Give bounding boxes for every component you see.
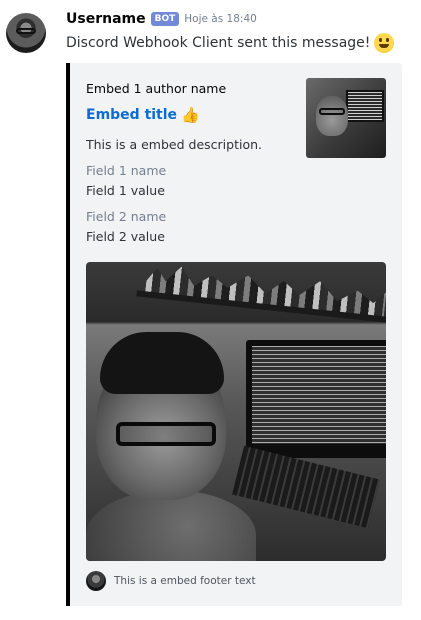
person-glasses-shape [116, 422, 216, 446]
thumbs-up-emoji-icon: 👍 [181, 105, 200, 124]
footer-avatar-icon [86, 571, 106, 591]
message-timestamp: Hoje às 18:40 [184, 13, 257, 25]
thumbnail-face-shape [316, 96, 348, 136]
message-header: Username BOT Hoje às 18:40 [66, 11, 257, 27]
user-avatar[interactable] [6, 13, 46, 53]
embed-author-name: Embed 1 author name [86, 81, 227, 96]
embed-footer-text: This is a embed footer text [114, 575, 256, 587]
thumbnail-monitor-shape [346, 90, 384, 122]
embed-field-value: Field 2 value [86, 229, 165, 244]
chat-message: Username BOT Hoje às 18:40 Discord Webho… [0, 0, 421, 620]
keyboard-shape [232, 445, 380, 529]
username[interactable]: Username [66, 11, 146, 27]
embed-thumbnail[interactable] [306, 78, 386, 158]
avatar-glasses-shape [16, 28, 36, 34]
smiley-emoji-icon [374, 33, 395, 53]
monitor-code-shape [252, 346, 386, 444]
message-content: Discord Webhook Client sent this message… [66, 33, 395, 53]
shelf-figurines-shape [145, 262, 386, 320]
monitor-shape [246, 340, 386, 458]
embed-card: Embed 1 author name Embed title 👍 This i… [66, 63, 402, 606]
embed-field-name: Field 1 name [86, 163, 167, 178]
message-text: Discord Webhook Client sent this message… [66, 35, 371, 51]
person-body-shape [86, 490, 256, 561]
thumbnail-glasses-shape [319, 108, 345, 115]
person-hair-shape [100, 332, 224, 394]
embed-field-value: Field 1 value [86, 183, 165, 198]
embed-footer: This is a embed footer text [86, 571, 256, 591]
embed-description: This is a embed description. [86, 137, 262, 152]
embed-title-text[interactable]: Embed title [86, 107, 177, 123]
embed-title[interactable]: Embed title 👍 [86, 107, 200, 123]
embed-image[interactable] [86, 262, 386, 561]
bot-tag: BOT [150, 12, 180, 26]
embed-field-name: Field 2 name [86, 209, 167, 224]
